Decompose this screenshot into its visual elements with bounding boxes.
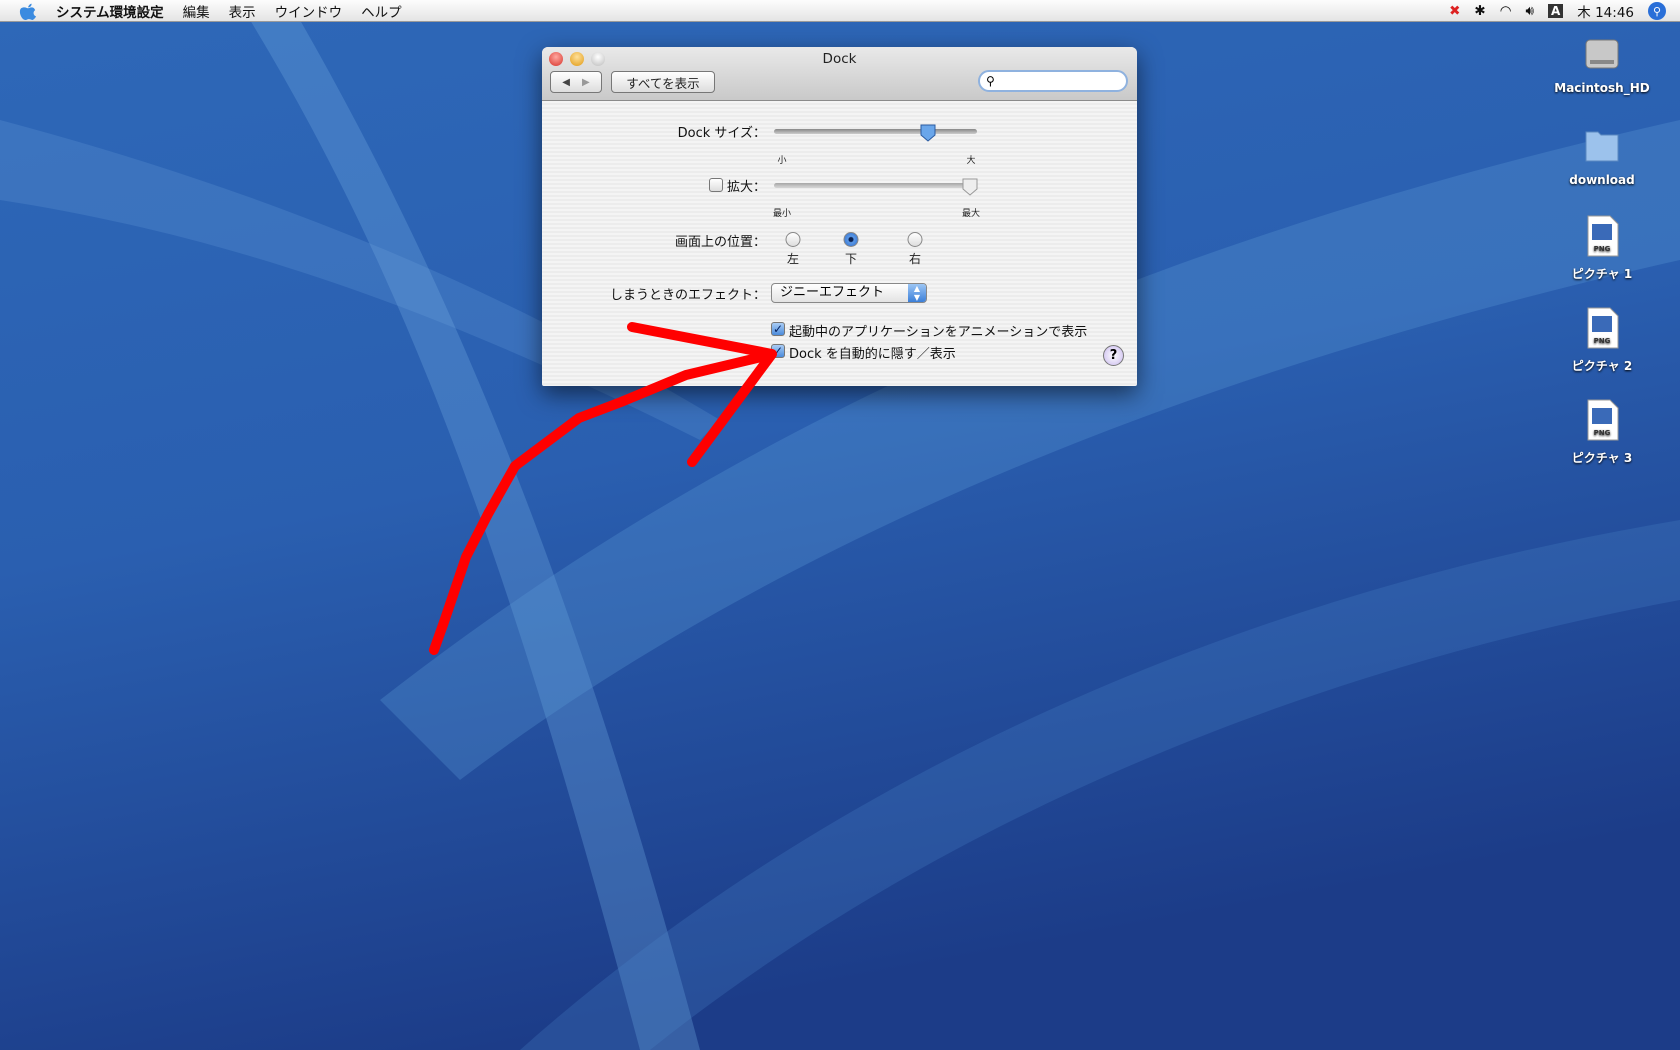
- desktop-icon-label: ピクチャ 3: [1571, 451, 1633, 465]
- magnification-min-label: 最小: [772, 209, 792, 219]
- input-method-icon[interactable]: A: [1548, 4, 1564, 18]
- dock-preferences-window: Dock ◀ ▶ すべてを表示 ⚲ Dock サイズ： 小 大 拡大： 最小 最大…: [542, 47, 1137, 386]
- svg-text:PNG: PNG: [1594, 337, 1611, 345]
- wifi-icon[interactable]: ◠: [1500, 3, 1512, 19]
- png-file-icon: PNG: [1587, 399, 1619, 441]
- minimize-effect-label: しまうときのエフェクト：: [609, 288, 766, 303]
- volume-icon[interactable]: 🔊︎: [1525, 3, 1534, 19]
- desktop-icon-label: Macintosh_HD: [1554, 81, 1650, 95]
- menu-view[interactable]: 表示: [229, 1, 256, 21]
- folder-icon: [1585, 131, 1619, 162]
- apple-menu-icon[interactable]: [18, 2, 38, 20]
- magnification-label: 拡大：: [726, 180, 766, 195]
- search-icon: ⚲: [986, 74, 995, 88]
- window-title: Dock: [822, 51, 857, 67]
- svg-text:PNG: PNG: [1594, 429, 1611, 437]
- animate-apps-checkbox[interactable]: ✓: [771, 322, 785, 336]
- magnification-slider-thumb[interactable]: [962, 178, 978, 196]
- position-bottom-label: 下: [844, 252, 858, 266]
- help-button[interactable]: ?: [1103, 345, 1124, 366]
- animate-apps-label: 起動中のアプリケーションをアニメーションで表示: [789, 325, 1088, 340]
- minimize-effect-popup[interactable]: ジニーエフェクト ▲ ▼: [771, 283, 927, 303]
- autohide-label: Dock を自動的に隠す／表示: [789, 347, 956, 362]
- png-file-icon: PNG: [1587, 307, 1619, 349]
- search-input[interactable]: ⚲: [978, 70, 1128, 92]
- desktop-icon-macintosh-hd[interactable]: Macintosh_HD: [1547, 30, 1657, 95]
- spotlight-icon[interactable]: ⚲: [1648, 2, 1666, 20]
- menu-help[interactable]: ヘルプ: [361, 1, 402, 21]
- menu-edit[interactable]: 編集: [183, 1, 210, 21]
- magnification-max-label: 最大: [961, 209, 981, 219]
- dock-size-label: Dock サイズ：: [677, 126, 766, 141]
- menu-bar: システム環境設定 編集 表示 ウインドウ ヘルプ ✖ ✱ ◠ 🔊︎ A 木 14…: [0, 0, 1680, 22]
- dock-size-min-label: 小: [777, 156, 787, 166]
- show-all-button[interactable]: すべてを表示: [611, 71, 715, 93]
- back-forward-buttons[interactable]: ◀ ▶: [550, 71, 602, 93]
- position-left-radio[interactable]: [785, 232, 801, 247]
- position-label: 画面上の位置：: [674, 235, 766, 250]
- hard-drive-icon: [1585, 39, 1619, 69]
- desktop-icon-label: ピクチャ 1: [1571, 267, 1633, 281]
- clock[interactable]: 木 14:46: [1577, 1, 1634, 21]
- desktop-icon-picture-3[interactable]: PNG ピクチャ 3: [1547, 398, 1657, 466]
- desktop-icon-label: download: [1569, 173, 1635, 187]
- dock-size-slider-thumb[interactable]: [920, 124, 936, 142]
- menu-window[interactable]: ウインドウ: [275, 1, 343, 21]
- magnification-slider[interactable]: [774, 183, 977, 188]
- desktop-icon-download[interactable]: download: [1547, 122, 1657, 187]
- position-right-radio[interactable]: [907, 232, 923, 247]
- position-right-label: 右: [908, 252, 922, 266]
- autohide-checkbox[interactable]: ✓: [771, 344, 785, 358]
- minimize-effect-value: ジニーエフェクト: [780, 285, 885, 300]
- back-icon[interactable]: ◀: [562, 77, 570, 88]
- desktop-icon-picture-1[interactable]: PNG ピクチャ 1: [1547, 214, 1657, 282]
- status-error-icon[interactable]: ✖: [1449, 3, 1460, 19]
- dock-size-slider[interactable]: [774, 129, 977, 134]
- window-toolbar: Dock ◀ ▶ すべてを表示 ⚲: [542, 47, 1137, 101]
- dock-size-max-label: 大: [966, 156, 976, 166]
- magnification-checkbox[interactable]: [709, 178, 723, 192]
- forward-icon[interactable]: ▶: [582, 77, 590, 88]
- position-left-label: 左: [786, 252, 800, 266]
- desktop-icon-picture-2[interactable]: PNG ピクチャ 2: [1547, 306, 1657, 374]
- svg-text:PNG: PNG: [1594, 245, 1611, 253]
- position-bottom-radio[interactable]: [843, 232, 859, 247]
- menu-app-name[interactable]: システム環境設定: [56, 1, 164, 21]
- desktop-icon-label: ピクチャ 2: [1571, 359, 1633, 373]
- png-file-icon: PNG: [1587, 215, 1619, 257]
- bluetooth-icon[interactable]: ✱: [1474, 3, 1485, 19]
- popup-arrows-icon: ▲ ▼: [908, 284, 926, 302]
